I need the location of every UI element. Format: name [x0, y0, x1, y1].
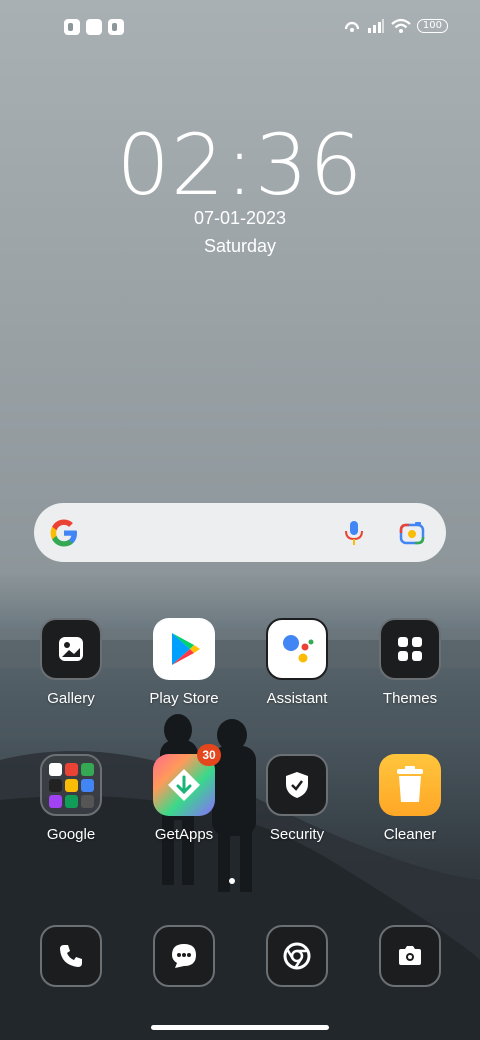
- page-indicator[interactable]: [229, 878, 235, 884]
- battery-indicator: 100: [416, 19, 448, 33]
- app-label: Google: [46, 826, 96, 843]
- data-saver-icon: [344, 21, 360, 32]
- dock-messages[interactable]: [134, 925, 234, 987]
- app-cleaner[interactable]: Cleaner: [360, 754, 460, 843]
- google-search-bar[interactable]: [34, 503, 446, 562]
- folder-google[interactable]: Google: [21, 754, 121, 843]
- wifi-icon: [391, 18, 411, 33]
- assistant-icon[interactable]: [266, 618, 328, 680]
- app-security[interactable]: Security: [247, 754, 347, 843]
- cleaner-icon[interactable]: [379, 754, 441, 816]
- microphone-icon[interactable]: [342, 519, 366, 547]
- app-themes[interactable]: Themes: [360, 618, 460, 707]
- gesture-navigation-bar[interactable]: [151, 1025, 329, 1030]
- dock-phone[interactable]: [21, 925, 121, 987]
- battery-level: 100: [422, 20, 442, 31]
- app-label: GetApps: [154, 826, 214, 843]
- app-play-store[interactable]: Play Store: [134, 618, 234, 707]
- app-label: Assistant: [266, 690, 328, 707]
- clock-day[interactable]: Saturday: [0, 236, 480, 257]
- app-getapps[interactable]: 30 GetApps: [134, 744, 234, 843]
- clock-date[interactable]: 07-01-2023: [0, 208, 480, 229]
- gallery-icon[interactable]: [40, 618, 102, 680]
- clock-time[interactable]: 02:36: [0, 116, 480, 214]
- system-icons: 100: [343, 18, 448, 34]
- themes-icon[interactable]: [379, 618, 441, 680]
- phone-icon[interactable]: [40, 925, 102, 987]
- status-bar: 100: [0, 14, 480, 42]
- app-gallery[interactable]: Gallery: [21, 618, 121, 707]
- security-icon[interactable]: [266, 754, 328, 816]
- camera-icon[interactable]: [379, 925, 441, 987]
- google-logo-icon[interactable]: [48, 517, 80, 549]
- app-notification-icon: [64, 19, 80, 35]
- app-label: Gallery: [47, 690, 95, 707]
- app-notification-icon: [108, 19, 124, 35]
- app-label: Security: [269, 826, 325, 843]
- folder-app-previews: [48, 762, 94, 808]
- app-label: Themes: [382, 690, 438, 707]
- app-label: Play Store: [149, 690, 219, 707]
- google-folder-icon[interactable]: [40, 754, 102, 816]
- app-notification-icon: [86, 19, 102, 35]
- messages-icon[interactable]: [153, 925, 215, 987]
- app-assistant[interactable]: Assistant: [247, 618, 347, 707]
- play-store-icon[interactable]: [153, 618, 215, 680]
- notification-badge: 30: [197, 744, 221, 766]
- notification-icons: [64, 19, 124, 35]
- signal-icon: [367, 19, 384, 33]
- dock-chrome[interactable]: [247, 925, 347, 987]
- chrome-icon[interactable]: [266, 925, 328, 987]
- getapps-icon[interactable]: 30: [153, 744, 221, 816]
- app-label: Cleaner: [383, 826, 437, 843]
- google-lens-icon[interactable]: [398, 519, 426, 547]
- dock-camera[interactable]: [360, 925, 460, 987]
